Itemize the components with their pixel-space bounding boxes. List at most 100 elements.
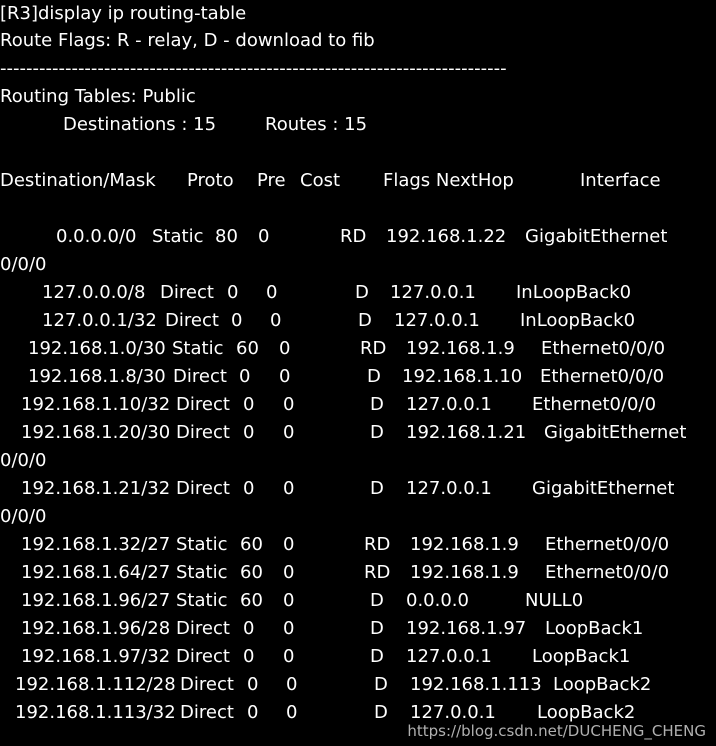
preference-cell: 60	[240, 534, 263, 555]
header-interface: Interface	[580, 170, 661, 191]
cost-cell: 0	[283, 590, 295, 611]
destination-cell: 192.168.1.112/28	[15, 674, 176, 695]
flags-cell: D	[355, 282, 369, 303]
interface-cell: NULL0	[525, 590, 584, 611]
cost-cell: 0	[279, 366, 291, 387]
flags-cell: D	[370, 646, 384, 667]
flags-cell: RD	[364, 562, 391, 583]
destination-cell: 192.168.1.113/32	[15, 702, 176, 723]
proto-cell: Direct	[176, 646, 230, 667]
interface-cell: GigabitEthernet	[532, 478, 675, 499]
preference-cell: 0	[243, 422, 255, 443]
proto-cell: Direct	[180, 702, 234, 723]
cost-cell: 0	[286, 702, 298, 723]
destination-cell: 192.168.1.96/28	[21, 618, 171, 639]
header-pre: Pre	[257, 170, 286, 191]
interface-wrap-cell: 0/0/0	[0, 506, 47, 527]
header-flags-nexthop: Flags NextHop	[383, 170, 514, 191]
nexthop-cell: 127.0.0.1	[406, 478, 492, 499]
interface-cell: LoopBack2	[553, 674, 652, 695]
cost-cell: 0	[283, 394, 295, 415]
cost-cell: 0	[270, 310, 282, 331]
interface-wrap-cell: 0/0/0	[0, 450, 47, 471]
preference-cell: 0	[247, 674, 259, 695]
nexthop-cell: 192.168.1.97	[406, 618, 527, 639]
interface-cell: LoopBack1	[532, 646, 631, 667]
flags-cell: RD	[360, 338, 387, 359]
flags-cell: D	[374, 702, 388, 723]
destination-cell: 192.168.1.97/32	[21, 646, 171, 667]
interface-cell: GigabitEthernet	[544, 422, 687, 443]
preference-cell: 0	[243, 646, 255, 667]
nexthop-cell: 0.0.0.0	[406, 590, 469, 611]
header-destination-mask: Destination/Mask	[0, 170, 156, 191]
nexthop-cell: 127.0.0.1	[406, 394, 492, 415]
destination-cell: 192.168.1.0/30	[28, 338, 166, 359]
nexthop-cell: 192.168.1.9	[410, 534, 519, 555]
nexthop-cell: 127.0.0.1	[390, 282, 476, 303]
nexthop-cell: 192.168.1.22	[386, 226, 507, 247]
interface-cell: Ethernet0/0/0	[541, 338, 666, 359]
proto-cell: Static	[176, 590, 228, 611]
interface-cell: Ethernet0/0/0	[532, 394, 657, 415]
proto-cell: Static	[152, 226, 204, 247]
nexthop-cell: 192.168.1.9	[410, 562, 519, 583]
destinations-count: Destinations : 15	[63, 114, 217, 135]
proto-cell: Direct	[160, 282, 214, 303]
destination-cell: 127.0.0.0/8	[42, 282, 146, 303]
routing-table-title: Routing Tables: Public	[0, 86, 196, 107]
preference-cell: 0	[247, 702, 259, 723]
proto-cell: Static	[176, 562, 228, 583]
destination-cell: 0.0.0.0/0	[56, 226, 137, 247]
destination-cell: 192.168.1.32/27	[21, 534, 171, 555]
preference-cell: 0	[243, 478, 255, 499]
interface-cell: GigabitEthernet	[525, 226, 668, 247]
terminal-window[interactable]: [R3]display ip routing-table Route Flags…	[0, 0, 716, 746]
flags-cell: D	[370, 618, 384, 639]
nexthop-cell: 192.168.1.21	[406, 422, 527, 443]
flags-cell: D	[367, 366, 381, 387]
flags-cell: D	[370, 590, 384, 611]
proto-cell: Direct	[176, 422, 230, 443]
destination-cell: 192.168.1.10/32	[21, 394, 171, 415]
nexthop-cell: 127.0.0.1	[394, 310, 480, 331]
flags-cell: D	[370, 394, 384, 415]
nexthop-cell: 192.168.1.113	[410, 674, 542, 695]
destination-cell: 192.168.1.21/32	[21, 478, 171, 499]
flags-cell: D	[358, 310, 372, 331]
interface-cell: InLoopBack0	[516, 282, 632, 303]
route-flags-legend: Route Flags: R - relay, D - download to …	[0, 30, 375, 51]
destination-cell: 127.0.0.1/32	[42, 310, 157, 331]
separator-line: ----------------------------------------…	[0, 58, 507, 79]
preference-cell: 60	[240, 562, 263, 583]
flags-cell: RD	[364, 534, 391, 555]
interface-cell: LoopBack1	[545, 618, 644, 639]
cost-cell: 0	[283, 534, 295, 555]
proto-cell: Direct	[176, 618, 230, 639]
preference-cell: 0	[227, 282, 239, 303]
flags-cell: D	[370, 478, 384, 499]
preference-cell: 0	[239, 366, 251, 387]
header-cost: Cost	[300, 170, 341, 191]
cost-cell: 0	[266, 282, 278, 303]
command-line: [R3]display ip routing-table	[0, 3, 247, 24]
proto-cell: Direct	[173, 366, 227, 387]
nexthop-cell: 192.168.1.9	[406, 338, 515, 359]
proto-cell: Static	[172, 338, 224, 359]
cost-cell: 0	[283, 562, 295, 583]
preference-cell: 0	[231, 310, 243, 331]
cost-cell: 0	[258, 226, 270, 247]
destination-cell: 192.168.1.20/30	[21, 422, 171, 443]
cost-cell: 0	[283, 618, 295, 639]
cost-cell: 0	[286, 674, 298, 695]
flags-cell: D	[374, 674, 388, 695]
watermark: https://blog.csdn.net/DUCHENG_CHENG	[407, 722, 706, 740]
interface-cell: Ethernet0/0/0	[545, 534, 670, 555]
proto-cell: Direct	[176, 394, 230, 415]
interface-wrap-cell: 0/0/0	[0, 254, 47, 275]
nexthop-cell: 192.168.1.10	[402, 366, 523, 387]
proto-cell: Direct	[180, 674, 234, 695]
destination-cell: 192.168.1.96/27	[21, 590, 171, 611]
header-proto: Proto	[187, 170, 234, 191]
cost-cell: 0	[283, 422, 295, 443]
